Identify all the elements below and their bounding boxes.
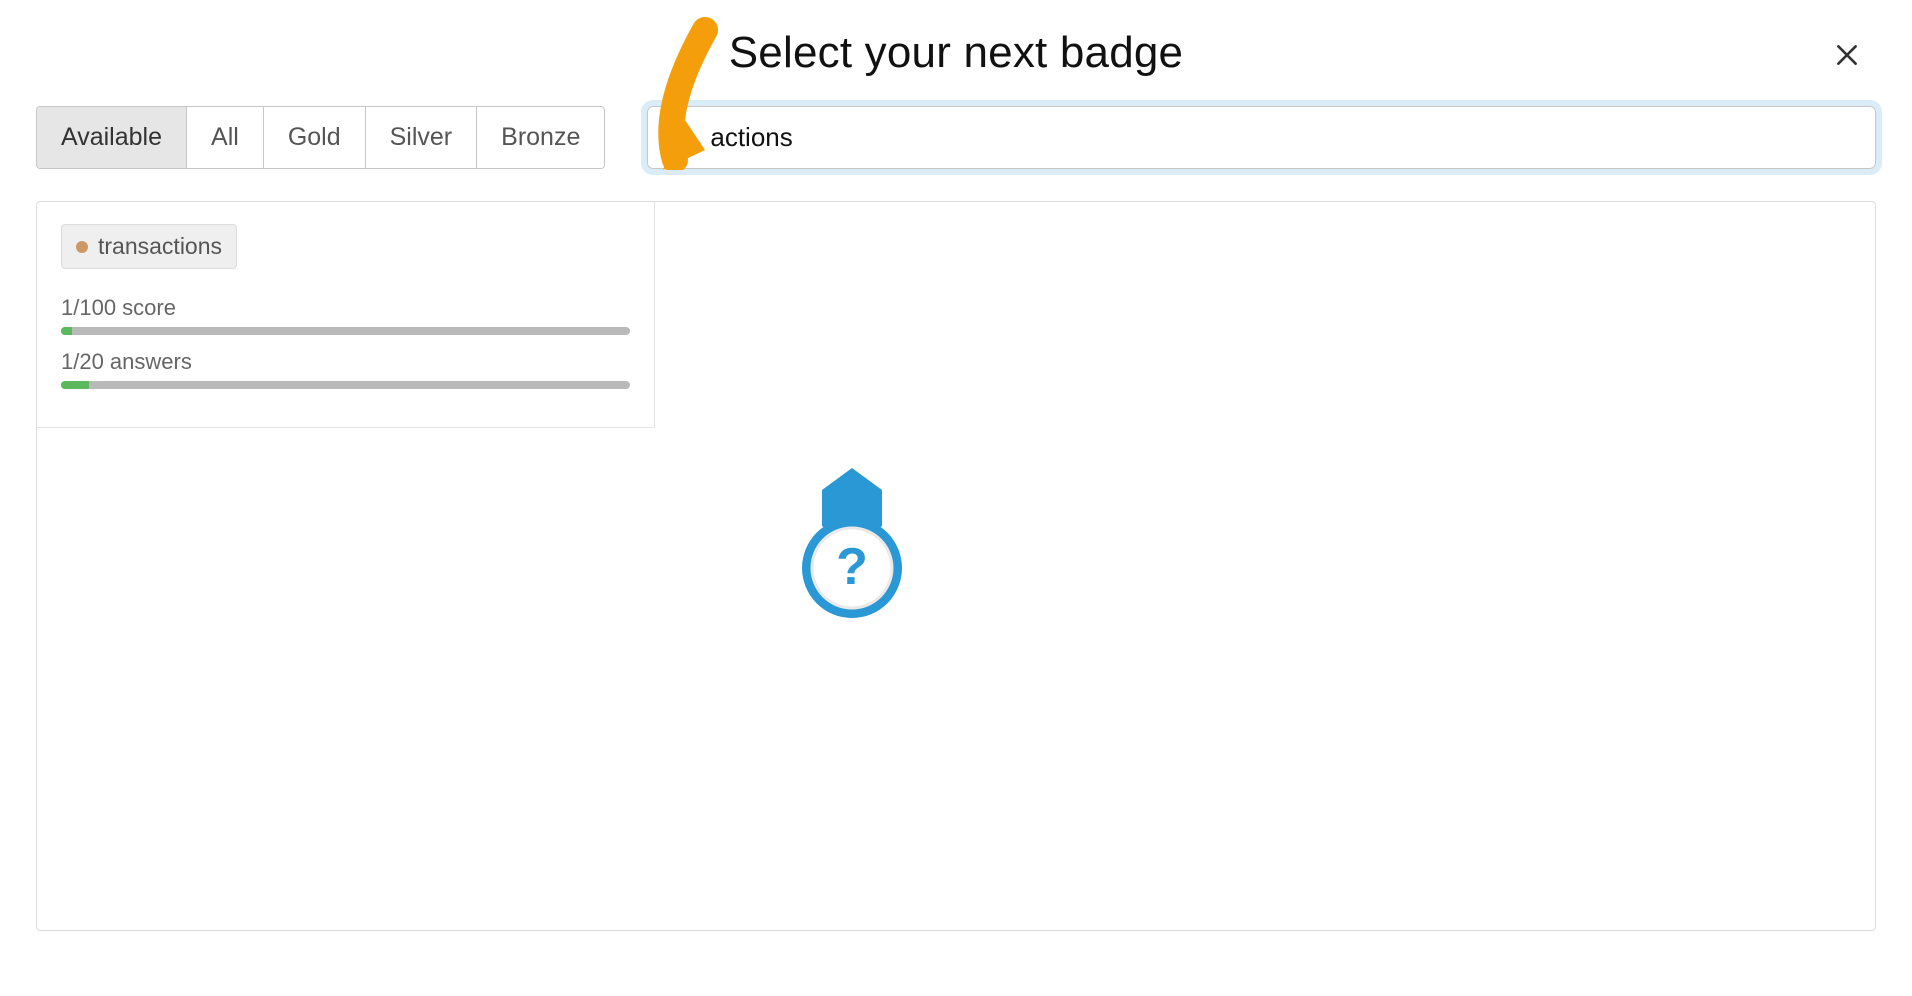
bronze-dot-icon xyxy=(76,241,88,253)
progress-answers: 1/20 answers xyxy=(61,349,630,389)
search-input[interactable] xyxy=(710,122,1857,153)
badge-result-card[interactable]: transactions 1/100 score 1/20 answers xyxy=(37,202,655,428)
progress-score: 1/100 score xyxy=(61,295,630,335)
badge-tag[interactable]: transactions xyxy=(61,224,237,269)
tab-silver[interactable]: Silver xyxy=(366,107,478,168)
filter-tab-group: Available All Gold Silver Bronze xyxy=(36,106,605,169)
progress-score-bar xyxy=(61,327,630,335)
close-button[interactable] xyxy=(1828,34,1866,80)
progress-score-label: 1/100 score xyxy=(61,295,630,321)
progress-answers-fill xyxy=(61,381,89,389)
tab-bronze[interactable]: Bronze xyxy=(477,107,604,168)
tab-gold[interactable]: Gold xyxy=(264,107,366,168)
progress-answers-label: 1/20 answers xyxy=(61,349,630,375)
tab-available[interactable]: Available xyxy=(37,107,187,168)
placeholder-badge-icon: ? xyxy=(802,468,902,628)
filter-row: Available All Gold Silver Bronze xyxy=(36,106,1876,169)
results-panel: transactions 1/100 score 1/20 answers ? xyxy=(36,201,1876,931)
progress-score-fill xyxy=(61,327,72,335)
svg-text:?: ? xyxy=(836,538,868,596)
page-title: Select your next badge xyxy=(729,28,1183,78)
search-field-wrap[interactable] xyxy=(647,106,1876,169)
progress-answers-bar xyxy=(61,381,630,389)
badge-tag-label: transactions xyxy=(98,233,222,260)
close-icon xyxy=(1834,42,1860,68)
tab-all[interactable]: All xyxy=(187,107,264,168)
search-icon xyxy=(666,123,696,153)
